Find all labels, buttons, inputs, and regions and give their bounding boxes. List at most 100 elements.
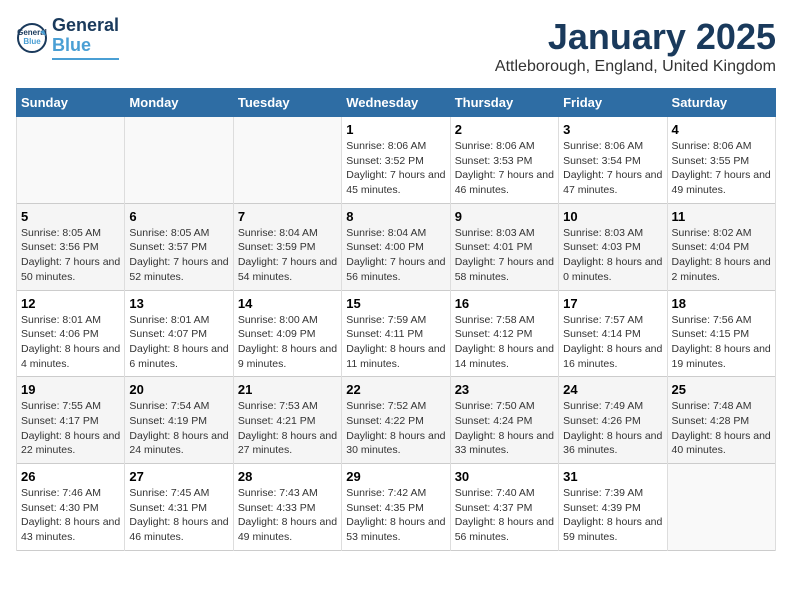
day-number: 1 xyxy=(346,122,445,137)
day-number: 20 xyxy=(129,382,228,397)
day-info: Sunrise: 7:46 AM Sunset: 4:30 PM Dayligh… xyxy=(21,486,120,545)
day-number: 19 xyxy=(21,382,120,397)
title-block: January 2025 Attleborough, England, Unit… xyxy=(495,16,776,76)
day-info: Sunrise: 7:45 AM Sunset: 4:31 PM Dayligh… xyxy=(129,486,228,545)
logo: General Blue General Blue xyxy=(16,16,119,60)
calendar-cell xyxy=(125,117,233,204)
day-info: Sunrise: 7:42 AM Sunset: 4:35 PM Dayligh… xyxy=(346,486,445,545)
day-info: Sunrise: 7:55 AM Sunset: 4:17 PM Dayligh… xyxy=(21,399,120,458)
day-info: Sunrise: 7:59 AM Sunset: 4:11 PM Dayligh… xyxy=(346,313,445,372)
day-info: Sunrise: 7:43 AM Sunset: 4:33 PM Dayligh… xyxy=(238,486,337,545)
day-info: Sunrise: 8:01 AM Sunset: 4:07 PM Dayligh… xyxy=(129,313,228,372)
weekday-header-tuesday: Tuesday xyxy=(233,89,341,117)
day-info: Sunrise: 8:04 AM Sunset: 3:59 PM Dayligh… xyxy=(238,226,337,285)
weekday-header-friday: Friday xyxy=(559,89,667,117)
day-number: 28 xyxy=(238,469,337,484)
calendar-cell: 20 Sunrise: 7:54 AM Sunset: 4:19 PM Dayli… xyxy=(125,377,233,464)
day-number: 4 xyxy=(672,122,771,137)
calendar-cell xyxy=(17,117,125,204)
day-info: Sunrise: 8:05 AM Sunset: 3:57 PM Dayligh… xyxy=(129,226,228,285)
calendar-week-row: 5 Sunrise: 8:05 AM Sunset: 3:56 PM Daylig… xyxy=(17,203,776,290)
calendar-cell: 17Sunrise: 7:57 AM Sunset: 4:14 PM Dayli… xyxy=(559,290,667,377)
calendar-cell: 24 Sunrise: 7:49 AM Sunset: 4:26 PM Dayli… xyxy=(559,377,667,464)
svg-text:Blue: Blue xyxy=(23,37,41,46)
day-number: 27 xyxy=(129,469,228,484)
calendar-cell: 12 Sunrise: 8:01 AM Sunset: 4:06 PM Dayli… xyxy=(17,290,125,377)
calendar-cell: 13 Sunrise: 8:01 AM Sunset: 4:07 PM Dayli… xyxy=(125,290,233,377)
weekday-header-sunday: Sunday xyxy=(17,89,125,117)
day-info: Sunrise: 7:40 AM Sunset: 4:37 PM Dayligh… xyxy=(455,486,554,545)
day-number: 2 xyxy=(455,122,554,137)
day-number: 13 xyxy=(129,296,228,311)
day-number: 10 xyxy=(563,209,662,224)
calendar-cell: 25 Sunrise: 7:48 AM Sunset: 4:28 PM Dayli… xyxy=(667,377,775,464)
calendar-cell: 15Sunrise: 7:59 AM Sunset: 4:11 PM Dayli… xyxy=(342,290,450,377)
calendar-cell xyxy=(233,117,341,204)
day-number: 3 xyxy=(563,122,662,137)
day-info: Sunrise: 8:06 AM Sunset: 3:53 PM Dayligh… xyxy=(455,139,554,198)
day-number: 30 xyxy=(455,469,554,484)
day-info: Sunrise: 7:54 AM Sunset: 4:19 PM Dayligh… xyxy=(129,399,228,458)
weekday-header-wednesday: Wednesday xyxy=(342,89,450,117)
day-info: Sunrise: 7:53 AM Sunset: 4:21 PM Dayligh… xyxy=(238,399,337,458)
calendar-cell: 28 Sunrise: 7:43 AM Sunset: 4:33 PM Dayli… xyxy=(233,464,341,551)
day-info: Sunrise: 7:39 AM Sunset: 4:39 PM Dayligh… xyxy=(563,486,662,545)
day-number: 5 xyxy=(21,209,120,224)
day-number: 25 xyxy=(672,382,771,397)
day-info: Sunrise: 7:57 AM Sunset: 4:14 PM Dayligh… xyxy=(563,313,662,372)
day-number: 23 xyxy=(455,382,554,397)
day-info: Sunrise: 7:49 AM Sunset: 4:26 PM Dayligh… xyxy=(563,399,662,458)
weekday-header-thursday: Thursday xyxy=(450,89,558,117)
day-info: Sunrise: 7:58 AM Sunset: 4:12 PM Dayligh… xyxy=(455,313,554,372)
day-number: 7 xyxy=(238,209,337,224)
day-info: Sunrise: 7:56 AM Sunset: 4:15 PM Dayligh… xyxy=(672,313,771,372)
calendar-subtitle: Attleborough, England, United Kingdom xyxy=(495,58,776,76)
calendar-cell: 31 Sunrise: 7:39 AM Sunset: 4:39 PM Dayli… xyxy=(559,464,667,551)
day-number: 22 xyxy=(346,382,445,397)
calendar-cell: 30 Sunrise: 7:40 AM Sunset: 4:37 PM Dayli… xyxy=(450,464,558,551)
logo-underline xyxy=(52,58,119,60)
day-number: 8 xyxy=(346,209,445,224)
day-number: 24 xyxy=(563,382,662,397)
day-number: 14 xyxy=(238,296,337,311)
calendar-week-row: 26 Sunrise: 7:46 AM Sunset: 4:30 PM Dayli… xyxy=(17,464,776,551)
calendar-cell: 27 Sunrise: 7:45 AM Sunset: 4:31 PM Dayli… xyxy=(125,464,233,551)
day-number: 12 xyxy=(21,296,120,311)
calendar-cell: 14 Sunrise: 8:00 AM Sunset: 4:09 PM Dayli… xyxy=(233,290,341,377)
day-number: 26 xyxy=(21,469,120,484)
day-info: Sunrise: 8:01 AM Sunset: 4:06 PM Dayligh… xyxy=(21,313,120,372)
calendar-cell: 23Sunrise: 7:50 AM Sunset: 4:24 PM Dayli… xyxy=(450,377,558,464)
calendar-cell: 26 Sunrise: 7:46 AM Sunset: 4:30 PM Dayli… xyxy=(17,464,125,551)
day-info: Sunrise: 8:04 AM Sunset: 4:00 PM Dayligh… xyxy=(346,226,445,285)
day-info: Sunrise: 7:48 AM Sunset: 4:28 PM Dayligh… xyxy=(672,399,771,458)
day-info: Sunrise: 8:02 AM Sunset: 4:04 PM Dayligh… xyxy=(672,226,771,285)
calendar-cell: 9 Sunrise: 8:03 AM Sunset: 4:01 PM Daylig… xyxy=(450,203,558,290)
day-info: Sunrise: 8:03 AM Sunset: 4:01 PM Dayligh… xyxy=(455,226,554,285)
calendar-cell: 22 Sunrise: 7:52 AM Sunset: 4:22 PM Dayli… xyxy=(342,377,450,464)
calendar-cell: 29 Sunrise: 7:42 AM Sunset: 4:35 PM Dayli… xyxy=(342,464,450,551)
calendar-week-row: 1Sunrise: 8:06 AM Sunset: 3:52 PM Daylig… xyxy=(17,117,776,204)
calendar-title: January 2025 xyxy=(495,16,776,58)
day-info: Sunrise: 8:00 AM Sunset: 4:09 PM Dayligh… xyxy=(238,313,337,372)
calendar-cell: 11Sunrise: 8:02 AM Sunset: 4:04 PM Dayli… xyxy=(667,203,775,290)
calendar-cell: 19 Sunrise: 7:55 AM Sunset: 4:17 PM Dayli… xyxy=(17,377,125,464)
day-info: Sunrise: 7:52 AM Sunset: 4:22 PM Dayligh… xyxy=(346,399,445,458)
weekday-header-row: SundayMondayTuesdayWednesdayThursdayFrid… xyxy=(17,89,776,117)
day-info: Sunrise: 8:03 AM Sunset: 4:03 PM Dayligh… xyxy=(563,226,662,285)
logo-text-blue: Blue xyxy=(52,36,119,56)
day-info: Sunrise: 8:05 AM Sunset: 3:56 PM Dayligh… xyxy=(21,226,120,285)
day-number: 9 xyxy=(455,209,554,224)
day-number: 29 xyxy=(346,469,445,484)
day-number: 18 xyxy=(672,296,771,311)
calendar-cell: 2 Sunrise: 8:06 AM Sunset: 3:53 PM Daylig… xyxy=(450,117,558,204)
calendar-cell: 4Sunrise: 8:06 AM Sunset: 3:55 PM Daylig… xyxy=(667,117,775,204)
day-info: Sunrise: 8:06 AM Sunset: 3:54 PM Dayligh… xyxy=(563,139,662,198)
day-number: 31 xyxy=(563,469,662,484)
calendar-cell: 18 Sunrise: 7:56 AM Sunset: 4:15 PM Dayli… xyxy=(667,290,775,377)
calendar-cell: 10 Sunrise: 8:03 AM Sunset: 4:03 PM Dayli… xyxy=(559,203,667,290)
logo-text-general: General xyxy=(52,16,119,36)
calendar-cell: 6Sunrise: 8:05 AM Sunset: 3:57 PM Daylig… xyxy=(125,203,233,290)
calendar-cell: 3 Sunrise: 8:06 AM Sunset: 3:54 PM Daylig… xyxy=(559,117,667,204)
weekday-header-saturday: Saturday xyxy=(667,89,775,117)
calendar-cell: 5 Sunrise: 8:05 AM Sunset: 3:56 PM Daylig… xyxy=(17,203,125,290)
